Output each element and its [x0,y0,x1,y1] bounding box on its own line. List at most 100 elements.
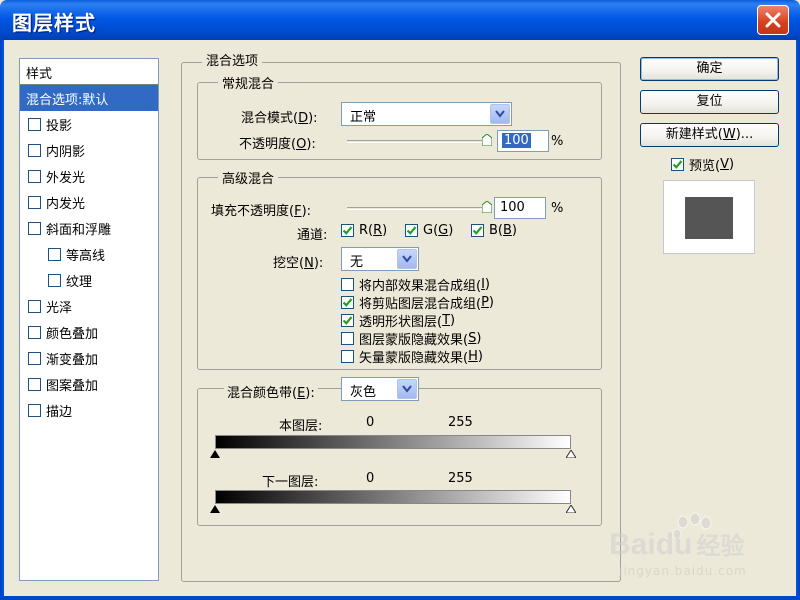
checkmark-icon [472,226,483,235]
style-item-checkbox[interactable] [48,247,61,261]
opacity-slider-thumb[interactable] [482,134,492,146]
style-item-checkbox[interactable] [28,221,41,235]
opacity-input[interactable]: 100 [497,130,549,152]
blend-mode-select[interactable]: 正常 [341,102,512,126]
underlying-black-slider[interactable] [210,505,220,513]
new-style-button[interactable]: 新建样式(W)... [640,123,779,147]
window-frame-bottom [0,596,800,600]
style-item-label: 混合选项:默认 [26,92,109,108]
style-item-label: 斜面和浮雕 [46,222,112,238]
underlying-layer-min: 0 [366,471,375,486]
channel-hotkey: G [438,223,449,238]
advanced-option-checkbox[interactable] [341,296,354,309]
blend-if-dropdown-button[interactable] [397,379,417,399]
advanced-option-checkbox[interactable] [341,332,354,345]
advanced-option-label: 矢量蒙版隐藏效果( [359,351,469,366]
ok-button[interactable]: 确定 [640,57,779,81]
watermark-url: jingyan.baidu.com [619,564,747,578]
window-frame-right [796,40,800,600]
style-item-checkbox[interactable] [28,325,41,339]
style-item-label: 颜色叠加 [46,326,99,342]
style-item-6[interactable]: 等高线 [20,241,158,267]
title-bar[interactable]: 图层样式 [0,0,800,40]
opacity-slider-track[interactable] [347,140,487,143]
style-item-label: 光泽 [46,300,73,316]
this-layer-label: 本图层: [279,419,323,434]
channels-label: 通道: [297,228,328,243]
chevron-down-icon [402,255,412,263]
knockout-dropdown-button[interactable] [397,249,417,269]
fill-opacity-slider-track[interactable] [347,207,487,210]
chevron-down-icon [402,385,412,393]
underlying-white-slider[interactable] [566,505,576,513]
style-item-7[interactable]: 纹理 [20,267,158,293]
style-item-3[interactable]: 外发光 [20,163,158,189]
opacity-label-text: 不透明度( [239,137,297,152]
style-item-11[interactable]: 图案叠加 [20,371,158,397]
style-item-checkbox[interactable] [28,195,41,209]
channel-label: G( [423,223,439,238]
close-button[interactable] [757,5,789,35]
style-item-0[interactable]: 混合选项:默认 [20,85,158,111]
this-layer-black-slider[interactable] [210,450,220,458]
preview-checkbox[interactable] [671,158,684,171]
window-title: 图层样式 [12,11,96,35]
channel-toggle-r[interactable]: R(R) [341,223,387,238]
fill-opacity-input[interactable]: 100 [494,197,546,219]
channel-toggle-g[interactable]: G(G) [405,223,453,238]
opacity-percent: % [551,134,564,149]
blend-options-title: 混合选项 [202,50,263,69]
new-style-label: 新建样式( [665,127,723,142]
blend-if-value: 灰色 [350,385,377,400]
blend-mode-dropdown-button[interactable] [490,104,510,124]
advanced-option-s[interactable]: 图层蒙版隐藏效果(S) [341,329,481,348]
advanced-option-checkbox[interactable] [341,314,354,327]
advanced-option-p[interactable]: 将剪贴图层混合成组(P) [341,293,494,312]
advanced-option-t[interactable]: 透明形状图层(T) [341,311,455,330]
preview-toggle[interactable]: 预览(V) [671,155,734,174]
channel-checkbox[interactable] [471,224,484,237]
style-item-1[interactable]: 投影 [20,111,158,137]
style-item-2[interactable]: 内阴影 [20,137,158,163]
style-item-4[interactable]: 内发光 [20,189,158,215]
advanced-option-i[interactable]: 将内部效果混合成组(I) [341,275,490,294]
fill-opacity-slider-thumb[interactable] [482,201,492,213]
style-item-5[interactable]: 斜面和浮雕 [20,215,158,241]
style-item-8[interactable]: 光泽 [20,293,158,319]
channel-checkbox[interactable] [405,224,418,237]
channel-checkbox[interactable] [341,224,354,237]
style-list: 样式 混合选项:默认投影 内阴影 外发光内发光斜面和浮雕等高线 纹理光泽颜色叠加渐变叠… [19,58,159,581]
style-item-checkbox[interactable] [28,299,41,313]
style-list-header: 样式 [20,59,158,85]
advanced-option-checkbox[interactable] [341,350,354,363]
style-item-checkbox[interactable] [28,351,41,365]
style-item-checkbox[interactable] [28,117,41,131]
blend-if-hotkey: E [297,386,306,401]
reset-button[interactable]: 复位 [640,90,779,114]
fill-opacity-label-text: 填充不透明度( [211,204,295,219]
advanced-option-checkbox[interactable] [341,278,354,291]
opacity-hotkey: O [296,137,307,152]
style-item-checkbox[interactable] [28,143,41,157]
knockout-select[interactable]: 无 [341,247,419,271]
this-layer-min: 0 [366,415,375,430]
style-item-9[interactable]: 颜色叠加 [20,319,158,345]
style-item-checkbox[interactable] [28,169,41,183]
style-item-12[interactable]: 描边 [20,397,158,423]
this-layer-max: 255 [448,415,473,430]
blend-if-select[interactable]: 灰色 [341,377,419,401]
advanced-option-h[interactable]: 矢量蒙版隐藏效果(H) [341,347,483,366]
style-item-checkbox[interactable] [28,403,41,417]
advanced-option-hotkey: I [481,277,485,292]
channel-toggle-b[interactable]: B(B) [471,223,517,238]
preview-hotkey: V [720,157,729,172]
watermark-service: 经验 [696,533,745,560]
style-item-label: 内发光 [46,196,86,212]
style-item-checkbox[interactable] [48,273,61,287]
style-item-checkbox[interactable] [28,377,41,391]
watermark-brand-bai: Bai [609,528,656,561]
fill-opacity-label: 填充不透明度(F): [211,204,312,219]
blend-mode-label-text: 混合模式( [241,111,299,126]
style-item-10[interactable]: 渐变叠加 [20,345,158,371]
this-layer-white-slider[interactable] [566,450,576,458]
